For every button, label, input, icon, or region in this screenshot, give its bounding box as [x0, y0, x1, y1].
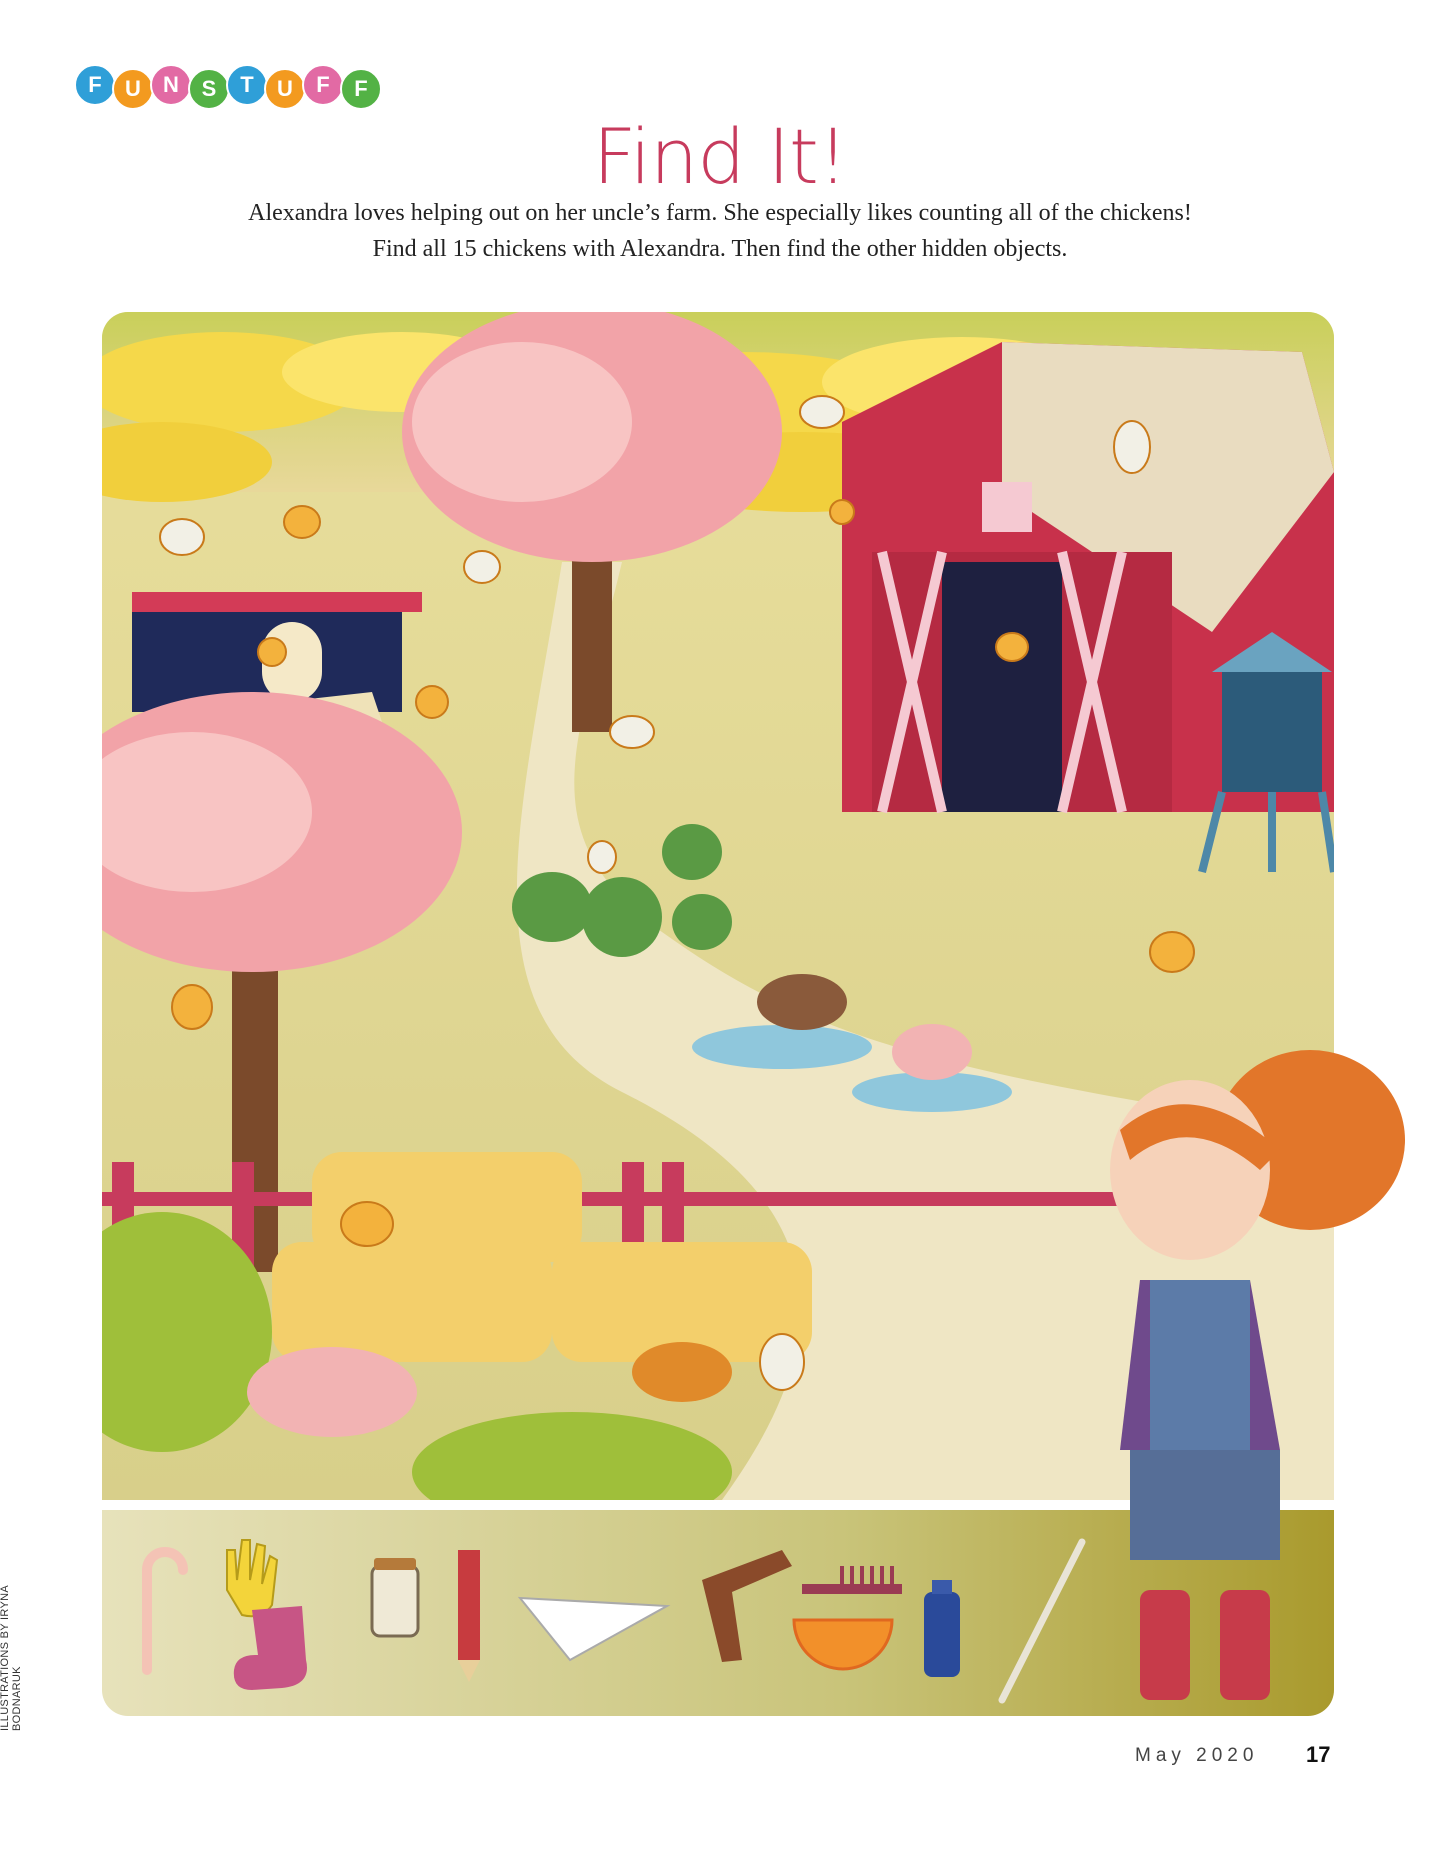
jar-icon — [370, 1558, 420, 1638]
logo-letter: U — [264, 68, 306, 110]
logo-letter: U — [112, 68, 154, 110]
intro-line-2: Find all 15 chickens with Alexandra. The… — [372, 236, 1068, 262]
alexandra-illustration — [1110, 1050, 1405, 1700]
basket — [632, 1342, 732, 1402]
logo-letter: F — [302, 64, 344, 106]
intro-text: Alexandra loves helping out on her uncle… — [0, 195, 1440, 267]
page-title: Find It! — [592, 112, 849, 201]
illustration-credit: ILLUSTRATIONS BY IRYNA BODNARUK — [0, 1585, 23, 1731]
pig-small — [892, 1024, 972, 1080]
mother-pig — [247, 1347, 417, 1437]
logo-letter: N — [150, 64, 192, 106]
baby-bottle-icon — [924, 1580, 960, 1677]
page-number: 17 — [1306, 1742, 1331, 1767]
logo-letter: T — [226, 64, 268, 106]
logo-letter: F — [340, 68, 382, 110]
issue-date: May 2020 — [1135, 1745, 1259, 1766]
funstuff-logo: F U N S T U F F — [74, 64, 382, 110]
logo-letter: F — [74, 64, 116, 106]
dog — [757, 974, 847, 1030]
pencil-icon — [458, 1550, 480, 1682]
puddle-dog — [692, 1025, 872, 1069]
logo-letter: S — [188, 68, 230, 110]
intro-line-1: Alexandra loves helping out on her uncle… — [248, 200, 1192, 226]
